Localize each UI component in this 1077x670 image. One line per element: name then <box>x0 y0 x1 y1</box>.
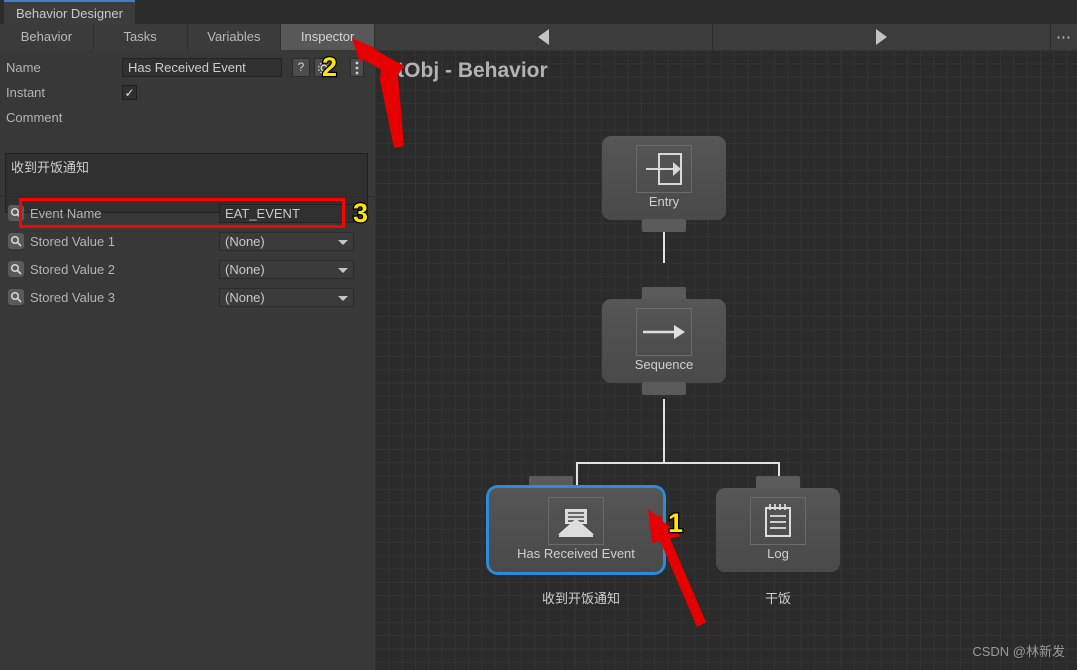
node-sequence-body[interactable]: Sequence <box>602 299 726 383</box>
inspector-panel: Behavior Tasks Variables Inspector Name … <box>0 24 375 670</box>
node-sequence-connector-bottom <box>642 382 686 395</box>
annotation-marker-3: 3 <box>352 197 370 230</box>
triangle-right-icon <box>876 29 887 45</box>
name-label: Name <box>6 60 41 75</box>
search-glyph <box>10 291 22 303</box>
stored-value-1-dropdown[interactable]: (None) <box>219 232 354 251</box>
inspector-tab-row: Behavior Tasks Variables Inspector <box>0 24 375 50</box>
search-icon[interactable] <box>8 233 24 249</box>
comment-label: Comment <box>6 110 63 125</box>
envelope-glyph <box>558 509 594 537</box>
highlight-event-name-row <box>19 198 345 228</box>
chevron-down-icon <box>338 240 348 245</box>
node-entry-connector-bottom <box>642 219 686 232</box>
back-button[interactable] <box>375 24 713 50</box>
variable-label: Stored Value 3 <box>30 290 116 305</box>
node-sequence-label: Sequence <box>634 357 694 372</box>
graph-canvas[interactable]: Entry Sequence Has Received Event 收到开饭通知… <box>375 50 1077 670</box>
window-title-bar: Behavior Designer <box>0 0 1077 24</box>
tab-variables[interactable]: Variables <box>187 24 282 50</box>
behavior-graph-panel: ⋯ Entry Sequence Has Received Event 收到开饭… <box>375 24 1077 670</box>
open-envelope-icon <box>548 497 604 545</box>
notepad-icon <box>750 497 806 545</box>
search-glyph <box>10 263 22 275</box>
section-divider <box>0 196 375 197</box>
wire-horizontal-branch <box>576 462 780 464</box>
window-tab-behavior-designer[interactable]: Behavior Designer <box>4 0 135 24</box>
annotation-marker-1: 1 <box>667 507 685 540</box>
search-glyph <box>10 235 22 247</box>
instant-label: Instant <box>6 85 46 100</box>
node-entry-body[interactable]: Entry <box>602 136 726 220</box>
chevron-down-icon <box>338 296 348 301</box>
search-icon[interactable] <box>8 289 24 305</box>
triangle-left-icon <box>538 29 549 45</box>
ellipsis-icon: ⋯ <box>1056 29 1072 46</box>
variable-label: Stored Value 2 <box>30 262 116 277</box>
sequence-glyph <box>643 325 685 339</box>
node-has-received-event-label: Has Received Event <box>517 546 635 561</box>
search-icon[interactable] <box>8 261 24 277</box>
tab-inspector[interactable]: Inspector <box>281 24 375 50</box>
name-input[interactable]: Has Received Event <box>122 58 282 77</box>
variable-row-stored-value-1[interactable]: Stored Value 1 (None) <box>0 228 375 255</box>
more-options-button[interactable]: ⋯ <box>1051 24 1077 50</box>
variable-row-stored-value-2[interactable]: Stored Value 2 (None) <box>0 256 375 283</box>
node-entry-label: Entry <box>648 194 680 209</box>
right-arrow-icon <box>636 308 692 356</box>
chevron-down-icon <box>338 268 348 273</box>
graph-toolbar: ⋯ <box>375 24 1077 50</box>
tab-behavior[interactable]: Behavior <box>0 24 94 50</box>
node-has-received-event-body[interactable]: Has Received Event <box>489 488 663 572</box>
entry-arrow-into-box-icon <box>636 145 692 193</box>
forward-button[interactable] <box>713 24 1051 50</box>
notepad-glyph <box>765 504 791 537</box>
stored-value-2-dropdown[interactable]: (None) <box>219 260 354 279</box>
stored-value-3-dropdown[interactable]: (None) <box>219 288 354 307</box>
help-icon[interactable]: ? <box>292 58 310 77</box>
app-window: Behavior Designer Behavior Tasks Variabl… <box>0 0 1077 670</box>
node-log-label: Log <box>767 546 789 561</box>
wire-to-has-received-event <box>576 462 578 490</box>
entry-glyph <box>646 153 682 185</box>
wire-sequence-down <box>663 399 665 464</box>
kebab-menu-icon[interactable] <box>350 58 364 77</box>
variable-row-stored-value-3[interactable]: Stored Value 3 (None) <box>0 284 375 311</box>
annotation-marker-2: 2 <box>321 51 339 84</box>
watermark: CSDN @林新发 <box>972 644 1065 659</box>
tab-tasks[interactable]: Tasks <box>93 24 188 50</box>
variable-label: Stored Value 1 <box>30 234 116 249</box>
instant-checkbox[interactable]: ✓ <box>122 85 137 100</box>
node-log-comment: 干饭 <box>764 591 791 606</box>
page-title: BtObj - Behavior <box>382 59 548 82</box>
node-has-received-event-comment: 收到开饭通知 <box>541 591 620 606</box>
node-log-body[interactable]: Log <box>716 488 840 572</box>
kebab-glyph <box>355 61 359 75</box>
